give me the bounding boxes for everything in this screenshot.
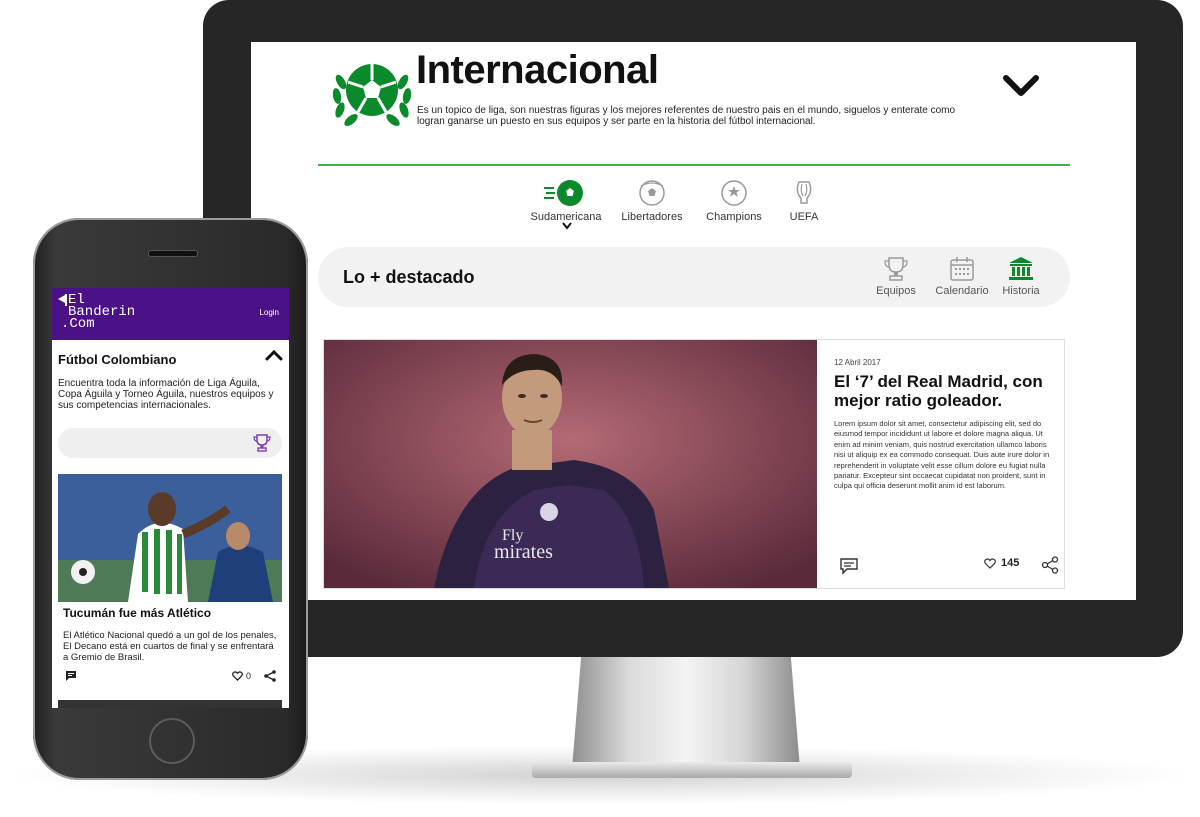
- player-photo-illustration: Fly mirates: [324, 340, 817, 588]
- section-description: Encuentra toda la información de Liga Ág…: [58, 378, 274, 411]
- monitor-base: [532, 762, 852, 778]
- mobile-screen: El Banderin .Com Login Fútbol Colombiano…: [52, 288, 289, 708]
- league-tabs: Sudamericana Libertadores Champions UEFA: [526, 178, 846, 238]
- phone-speaker: [148, 250, 198, 257]
- tab-equipos[interactable]: Equipos: [870, 255, 922, 297]
- tab-label: Calendario: [935, 285, 989, 297]
- desktop-monitor: Internacional Es un topico de liga, son …: [203, 0, 1183, 657]
- next-news-preview[interactable]: [58, 700, 282, 708]
- article-body: 12 Abril 2017 El ‘7’ del Real Madrid, co…: [834, 358, 1054, 492]
- trophy-icon: [884, 257, 908, 281]
- site-logo[interactable]: El Banderin .Com: [58, 293, 135, 331]
- share-icon[interactable]: [264, 670, 276, 682]
- uefa-cup-icon: [796, 181, 812, 204]
- libertadores-ball-icon: [639, 180, 665, 206]
- flag-icon: [58, 294, 67, 306]
- champions-ball-icon: [721, 180, 747, 206]
- home-button[interactable]: [149, 718, 195, 764]
- soccer-ball-icon: [544, 180, 583, 206]
- heart-icon: [232, 671, 243, 681]
- news-title[interactable]: Tucumán fue más Atlético: [63, 606, 211, 620]
- highlights-title: Lo + destacado: [343, 267, 475, 287]
- tab-label: Equipos: [876, 285, 916, 297]
- chevron-up-icon[interactable]: [265, 348, 283, 362]
- tab-libertadores[interactable]: Libertadores: [616, 178, 688, 223]
- login-link[interactable]: Login: [259, 308, 279, 317]
- tab-historia[interactable]: Historia: [998, 255, 1044, 297]
- league-label: UEFA: [789, 211, 819, 223]
- section-title: Fútbol Colombiano: [58, 352, 177, 367]
- monitor-stand: [572, 657, 800, 769]
- article-date: 12 Abril 2017: [834, 358, 881, 367]
- news-text: El Atlético Nacional quedó a un gol de l…: [63, 630, 277, 663]
- desktop-screen: Internacional Es un topico de liga, son …: [251, 42, 1136, 600]
- share-icon[interactable]: [1041, 556, 1059, 574]
- likes-count: 145: [1001, 557, 1020, 569]
- featured-article[interactable]: Fly mirates 12 Abril 2017 El ‘7’ del Rea…: [323, 339, 1065, 589]
- tab-uefa[interactable]: UEFA: [782, 178, 826, 223]
- comment-icon[interactable]: [839, 557, 859, 575]
- mobile-header: El Banderin .Com Login: [52, 288, 289, 340]
- museum-icon: [1009, 257, 1033, 280]
- jersey-text: mirates: [494, 541, 553, 563]
- league-label: Libertadores: [621, 211, 683, 223]
- article-text: Lorem ipsum dolor sit amet, consectetur …: [834, 419, 1050, 491]
- chevron-down-icon: [562, 222, 572, 230]
- chevron-down-icon[interactable]: [1001, 70, 1041, 100]
- highlights-bar: Lo + destacado Equipos Calendario Histor…: [318, 247, 1070, 307]
- news-photo[interactable]: [58, 474, 282, 602]
- tab-champions[interactable]: Champions: [698, 178, 770, 223]
- likes-count: 0: [246, 671, 252, 681]
- trophy-icon[interactable]: [252, 433, 272, 453]
- page-description: Es un topico de liga, son nuestras figur…: [417, 105, 956, 127]
- section-divider: [318, 164, 1070, 166]
- mobile-phone: El Banderin .Com Login Fútbol Colombiano…: [33, 218, 308, 780]
- comment-icon[interactable]: [65, 670, 77, 682]
- article-headline[interactable]: El ‘7’ del Real Madrid, con mejor ratio …: [834, 372, 1054, 410]
- tab-sudamericana[interactable]: Sudamericana: [526, 178, 606, 230]
- heart-icon: [984, 557, 996, 569]
- soccer-laurel-logo-icon: [332, 64, 412, 126]
- article-photo[interactable]: Fly mirates: [324, 340, 817, 588]
- likes-counter[interactable]: 145: [984, 557, 1019, 569]
- tab-label: Historia: [1002, 285, 1040, 297]
- page-title: Internacional: [416, 48, 659, 92]
- players-photo-illustration: [58, 474, 282, 602]
- tab-calendario[interactable]: Calendario: [930, 255, 994, 297]
- search-bar[interactable]: [58, 428, 282, 458]
- league-label: Champions: [706, 211, 762, 223]
- likes-counter[interactable]: 0: [232, 671, 251, 681]
- calendar-icon: [950, 257, 974, 281]
